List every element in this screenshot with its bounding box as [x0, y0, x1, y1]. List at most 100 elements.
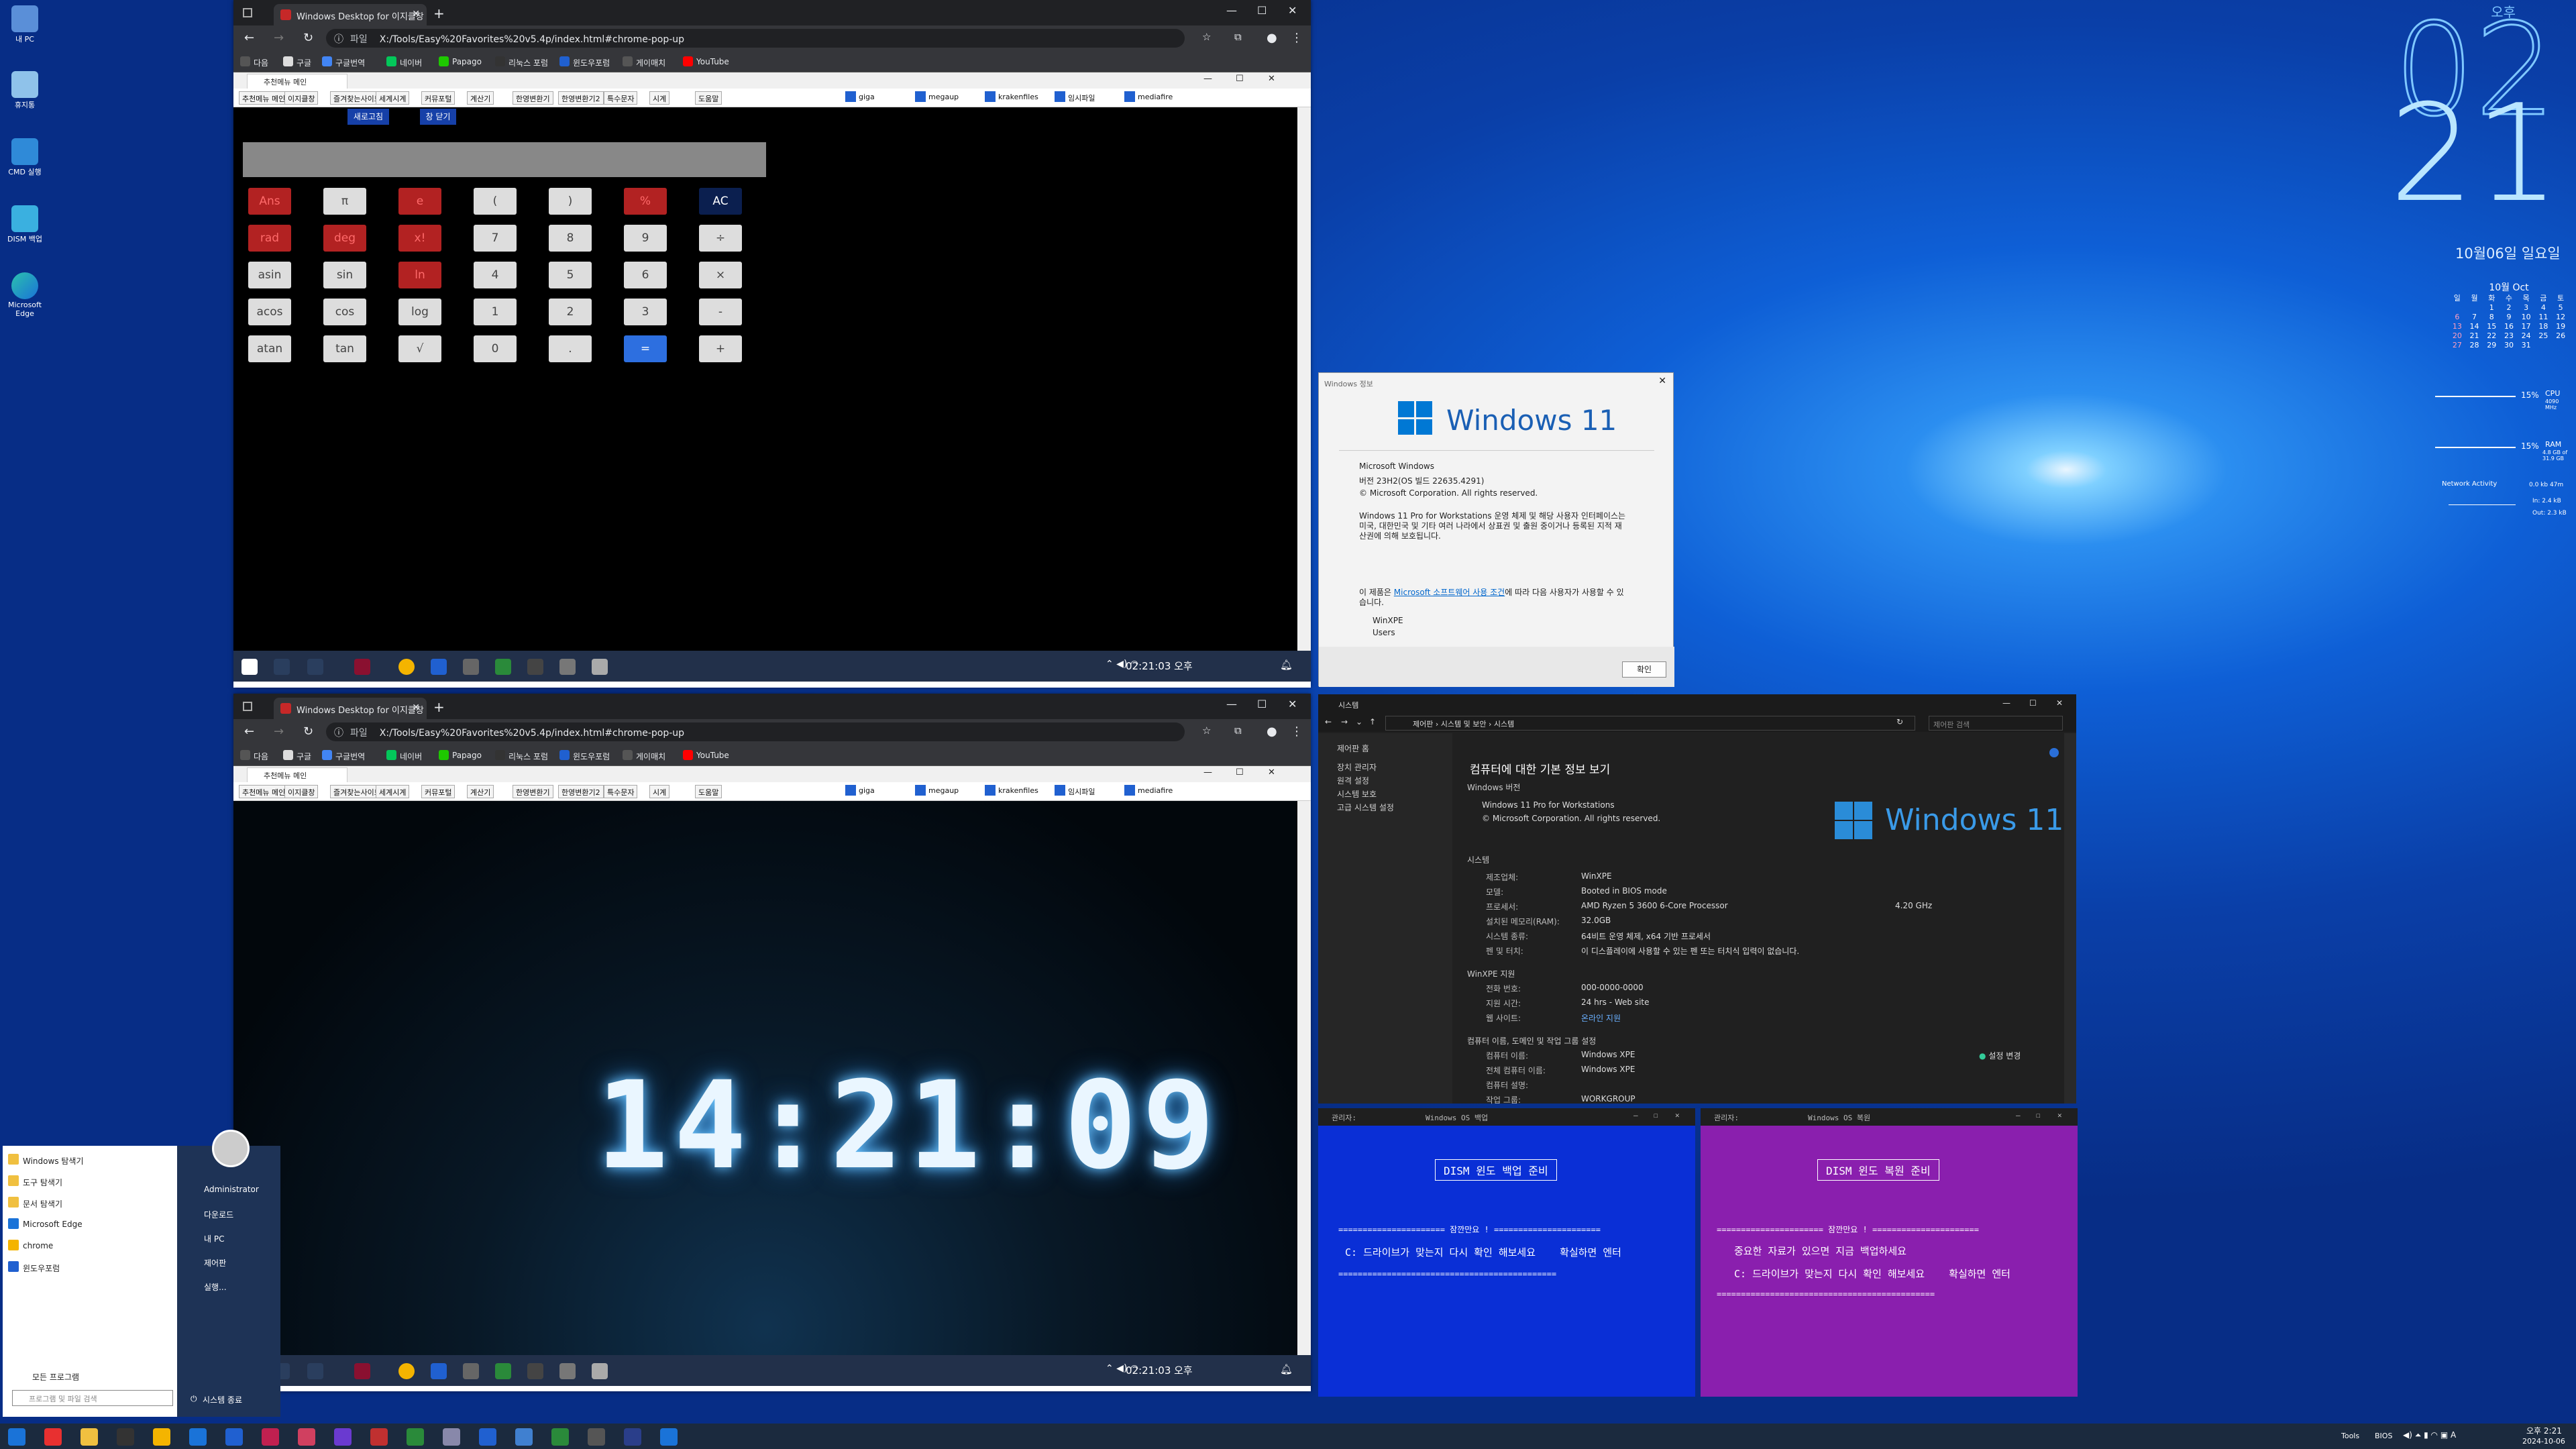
bookmark-daum[interactable]: 다음 — [240, 750, 268, 762]
menu-item[interactable]: 시계 — [649, 785, 670, 798]
side-link-device-manager[interactable]: 장치 관리자 — [1337, 761, 1377, 773]
calendar-day[interactable] — [2466, 303, 2483, 313]
close-icon[interactable]: ✕ — [2056, 698, 2063, 708]
desktop-icon-cmd[interactable]: CMD 실행 — [4, 138, 46, 177]
calc-key[interactable]: cos — [323, 299, 366, 325]
scrollbar[interactable] — [2064, 733, 2076, 1104]
calendar-day[interactable]: 22 — [2483, 331, 2500, 341]
calc-key[interactable]: 1 — [474, 299, 517, 325]
calc-key[interactable]: % — [624, 188, 667, 215]
calc-key[interactable]: rad — [248, 225, 291, 252]
info-value[interactable]: 온라인 지원 — [1581, 1012, 1621, 1024]
bookmark-winforum[interactable]: 윈도우포럼 — [559, 56, 610, 68]
recent-icon[interactable]: ⌄ — [1356, 717, 1362, 727]
inner-minimize-icon[interactable]: — — [1203, 74, 1212, 84]
calc-key[interactable]: asin — [248, 262, 291, 288]
start-item-documents[interactable]: 문서 탐색기 — [7, 1197, 62, 1210]
calendar-day[interactable]: 17 — [2518, 322, 2535, 331]
app-icon[interactable] — [495, 659, 511, 675]
menu-item[interactable]: 도움말 — [695, 91, 722, 105]
calc-key[interactable]: AC — [699, 188, 742, 215]
menu-item[interactable]: 세계시계 — [376, 91, 410, 105]
forward-icon[interactable]: → — [274, 724, 284, 739]
ok-button[interactable]: 확인 — [1622, 661, 1666, 678]
calendar-day[interactable]: 4 — [2535, 303, 2553, 313]
taskbar-app-icon[interactable] — [153, 1428, 170, 1446]
taskbar-app-icon[interactable] — [588, 1428, 605, 1446]
app-icon[interactable] — [527, 1363, 543, 1379]
calc-key[interactable]: acos — [248, 299, 291, 325]
calc-key[interactable]: 9 — [624, 225, 667, 252]
chrome-icon[interactable] — [398, 1363, 415, 1379]
app-icon[interactable] — [559, 659, 576, 675]
inner-tab[interactable]: 추천메뉴 메인 — [247, 767, 347, 782]
calendar-day[interactable]: 8 — [2483, 313, 2500, 322]
change-settings-link[interactable]: ● 설정 변경 — [1979, 1050, 2021, 1061]
app-icon[interactable] — [592, 1363, 608, 1379]
all-programs-button[interactable]: 모든 프로그램 — [32, 1371, 79, 1383]
calc-key[interactable]: × — [699, 262, 742, 288]
side-link-protection[interactable]: 시스템 보호 — [1337, 788, 1377, 800]
menu-link[interactable]: mediafire — [1124, 785, 1173, 796]
scrollbar[interactable] — [1297, 801, 1311, 1355]
close-icon[interactable]: ✕ — [2057, 1111, 2062, 1120]
menu-item[interactable]: 도움말 — [695, 785, 722, 798]
bookmark-papago[interactable]: Papago — [439, 750, 482, 760]
calendar-day[interactable]: 20 — [2449, 331, 2466, 341]
calendar-day[interactable]: 5 — [2552, 303, 2569, 313]
bookmark-linux[interactable]: 리눅스 포럼 — [495, 750, 548, 762]
start-search-input[interactable]: 프로그램 및 파일 검색 — [12, 1390, 173, 1406]
side-home-link[interactable]: 제어판 홈 — [1337, 743, 1369, 754]
minimize-icon[interactable]: — — [2002, 698, 2010, 708]
calc-key[interactable]: ÷ — [699, 225, 742, 252]
search-icon[interactable] — [274, 659, 290, 675]
notification-icon[interactable]: 🔔︎ — [1280, 659, 1293, 671]
tray-icons[interactable]: ◀) ⏶ ▮ ◠ ▣ A — [2403, 1430, 2456, 1440]
calendar-day[interactable]: 23 — [2500, 331, 2518, 341]
calendar-day[interactable]: 27 — [2449, 341, 2466, 350]
app-icon[interactable] — [431, 659, 447, 675]
up-icon[interactable]: ↑ — [1369, 717, 1376, 727]
close-window-icon[interactable]: ✕ — [1288, 4, 1297, 17]
calendar-day[interactable]: 9 — [2500, 313, 2518, 322]
calendar-day[interactable]: 6 — [2449, 313, 2466, 322]
menu-link[interactable]: 임시파일 — [1055, 91, 1095, 103]
taskbar-app-icon[interactable] — [660, 1428, 678, 1446]
user-avatar[interactable] — [212, 1130, 250, 1167]
close-window-icon[interactable]: ✕ — [1288, 698, 1297, 710]
taskbar-app-icon[interactable] — [80, 1428, 98, 1446]
menu-item[interactable]: 한영변환기2 — [558, 91, 604, 105]
bookmark-naver[interactable]: 네이버 — [386, 750, 422, 762]
menu-link[interactable]: megaup — [915, 91, 959, 102]
calendar-day[interactable]: 28 — [2466, 341, 2483, 350]
calendar-day[interactable]: 10 — [2518, 313, 2535, 322]
bookmark-youtube[interactable]: YouTube — [683, 750, 729, 760]
calc-key[interactable]: 5 — [549, 262, 592, 288]
start-item-edge[interactable]: Microsoft Edge — [8, 1218, 83, 1229]
menu-icon[interactable]: ⋮ — [1291, 724, 1303, 739]
calc-key[interactable]: Ans — [248, 188, 291, 215]
taskbar-app-icon[interactable] — [44, 1428, 62, 1446]
menu-item[interactable]: 커뮤포털 — [421, 91, 455, 105]
taskbar-app-icon[interactable] — [189, 1428, 207, 1446]
calendar-day[interactable]: 12 — [2552, 313, 2569, 322]
minimize-icon[interactable]: — — [1226, 698, 1237, 710]
calc-key[interactable]: 4 — [474, 262, 517, 288]
bookmark-star-icon[interactable]: ☆ — [1202, 724, 1211, 737]
calendar-day[interactable]: 25 — [2535, 331, 2553, 341]
minimize-icon[interactable]: — — [2016, 1111, 2021, 1120]
taskbar-app-icon[interactable] — [443, 1428, 460, 1446]
calendar-day[interactable]: 24 — [2518, 331, 2535, 341]
taskbar-app-icon[interactable] — [334, 1428, 352, 1446]
calc-key[interactable]: ( — [474, 188, 517, 215]
menu-link[interactable]: mediafire — [1124, 91, 1173, 102]
taskbar-app-icon[interactable] — [515, 1428, 533, 1446]
calc-key[interactable]: tan — [323, 335, 366, 362]
start-icon[interactable] — [241, 659, 258, 675]
calc-key[interactable]: 0 — [474, 335, 517, 362]
start-right-admin[interactable]: Administrator — [204, 1185, 259, 1194]
close-icon[interactable]: ✕ — [1658, 376, 1666, 386]
inner-close-icon[interactable]: ✕ — [1268, 767, 1275, 777]
side-link-advanced[interactable]: 고급 시스템 설정 — [1337, 802, 1394, 813]
menu-link[interactable]: giga — [845, 785, 875, 796]
